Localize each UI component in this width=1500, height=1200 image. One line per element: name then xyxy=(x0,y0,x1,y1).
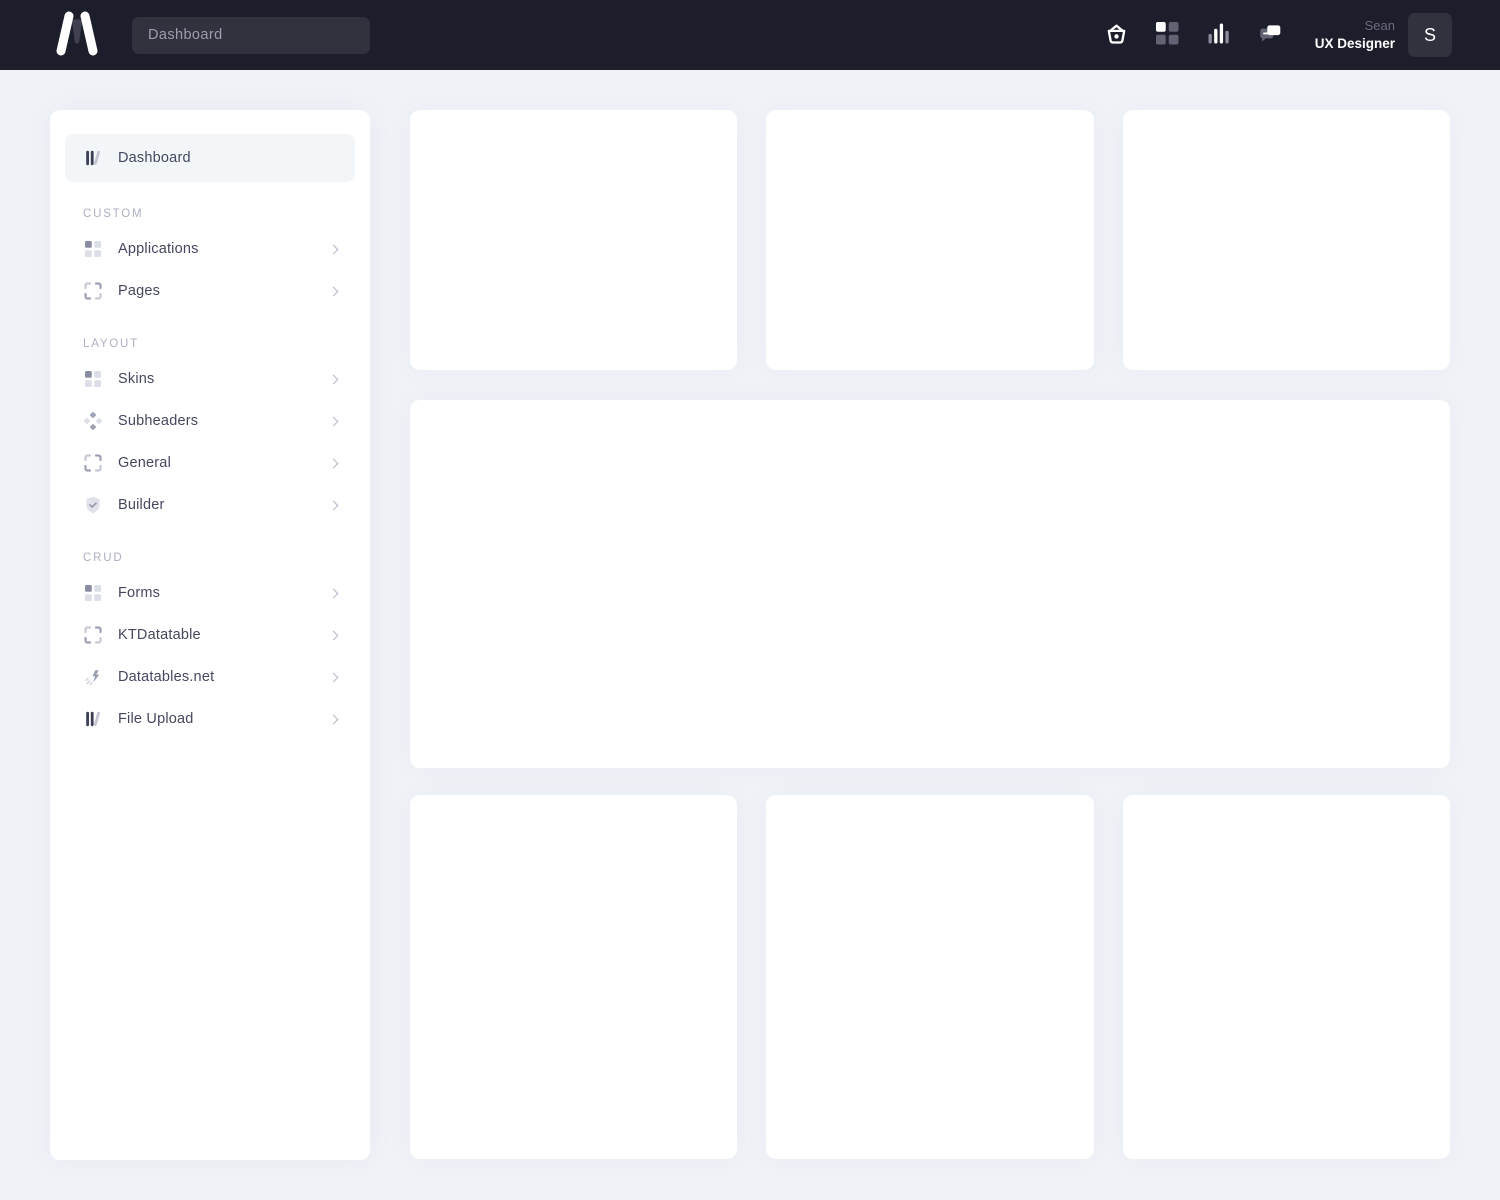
user-name: Sean xyxy=(1315,17,1395,35)
sidebar-item-skins[interactable]: Skins xyxy=(65,358,355,400)
chevron-right-icon xyxy=(329,714,339,724)
thunder-move-icon xyxy=(83,667,103,687)
app-grid-button[interactable] xyxy=(1155,22,1181,48)
sidebar-item-label: Skins xyxy=(118,371,154,387)
sidebar-item-label: Subheaders xyxy=(118,413,198,429)
grid-icon xyxy=(83,239,103,259)
bar-chart-icon xyxy=(1206,21,1231,49)
chevron-right-icon xyxy=(329,500,339,510)
top-header: Dashboard xyxy=(0,0,1500,70)
sidebar-item-label: Pages xyxy=(118,283,160,299)
grid-icon xyxy=(83,583,103,603)
placeholder-card xyxy=(410,110,737,370)
card-row-top xyxy=(410,110,1450,370)
avatar-initial: S xyxy=(1424,25,1436,46)
chevron-right-icon xyxy=(329,458,339,468)
placeholder-card xyxy=(410,795,737,1159)
basket-icon xyxy=(1104,21,1129,49)
sidebar-item-label: General xyxy=(118,455,171,471)
header-page-title[interactable]: Dashboard xyxy=(132,17,370,54)
chevron-right-icon xyxy=(329,374,339,384)
sidebar: Dashboard Custom Applications Pages xyxy=(50,110,370,1160)
frame-icon xyxy=(83,453,103,473)
sidebar-item-label: Forms xyxy=(118,585,160,601)
library-icon xyxy=(83,709,103,729)
metronic-m-logo-icon xyxy=(55,10,99,61)
sidebar-section-custom: Custom xyxy=(83,208,337,220)
substance-icon xyxy=(83,411,103,431)
user-role: UX Designer xyxy=(1315,35,1395,53)
sidebar-item-label: Datatables.net xyxy=(118,669,214,685)
app-grid-icon xyxy=(1156,22,1179,48)
sidebar-item-file-upload[interactable]: File Upload xyxy=(65,698,355,740)
sidebar-item-label: Dashboard xyxy=(118,150,191,166)
sidebar-item-label: Applications xyxy=(118,241,199,257)
placeholder-card xyxy=(766,795,1093,1159)
basket-button[interactable] xyxy=(1104,22,1130,48)
main-content xyxy=(410,110,1450,1159)
chevron-right-icon xyxy=(329,286,339,296)
placeholder-card xyxy=(1123,795,1450,1159)
sidebar-item-label: File Upload xyxy=(118,711,194,727)
shield-check-icon xyxy=(83,495,103,515)
chat-icon xyxy=(1257,21,1283,50)
sidebar-item-pages[interactable]: Pages xyxy=(65,270,355,312)
chevron-right-icon xyxy=(329,630,339,640)
placeholder-card xyxy=(1123,110,1450,370)
chat-button[interactable] xyxy=(1257,22,1283,48)
brand-logo[interactable] xyxy=(55,11,99,59)
page-title-label: Dashboard xyxy=(148,27,223,43)
sidebar-section-crud: Crud xyxy=(83,552,337,564)
sidebar-item-label: Builder xyxy=(118,497,165,513)
user-menu[interactable]: Sean UX Designer xyxy=(1315,17,1395,53)
sidebar-item-applications[interactable]: Applications xyxy=(65,228,355,270)
sidebar-item-forms[interactable]: Forms xyxy=(65,572,355,614)
grid-icon xyxy=(83,369,103,389)
card-row-bottom xyxy=(410,795,1450,1159)
frame-icon xyxy=(83,625,103,645)
placeholder-card xyxy=(766,110,1093,370)
chevron-right-icon xyxy=(329,416,339,426)
sidebar-item-datatables-net[interactable]: Datatables.net xyxy=(65,656,355,698)
chevron-right-icon xyxy=(329,672,339,682)
sidebar-item-subheaders[interactable]: Subheaders xyxy=(65,400,355,442)
sidebar-item-ktdatatable[interactable]: KTDatatable xyxy=(65,614,355,656)
chevron-right-icon xyxy=(329,244,339,254)
topbar-actions: Sean UX Designer S xyxy=(1104,13,1452,57)
placeholder-card-wide xyxy=(410,400,1450,768)
sidebar-item-label: KTDatatable xyxy=(118,627,201,643)
avatar[interactable]: S xyxy=(1408,13,1452,57)
chevron-right-icon xyxy=(329,588,339,598)
library-icon xyxy=(83,148,103,168)
sidebar-item-builder[interactable]: Builder xyxy=(65,484,355,526)
sidebar-item-general[interactable]: General xyxy=(65,442,355,484)
frame-icon xyxy=(83,281,103,301)
sidebar-item-dashboard[interactable]: Dashboard xyxy=(65,134,355,182)
sidebar-section-layout: Layout xyxy=(83,338,337,350)
bar-chart-button[interactable] xyxy=(1206,22,1232,48)
